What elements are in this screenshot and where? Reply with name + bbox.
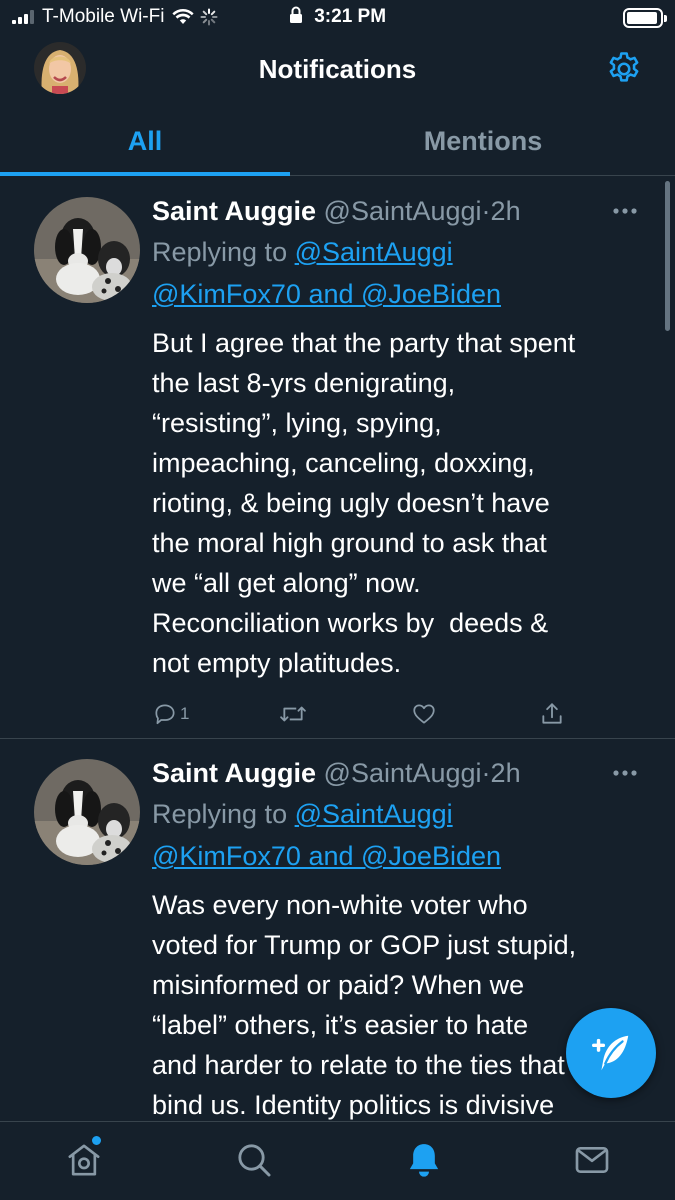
author-name[interactable]: Saint Auggie (152, 196, 316, 226)
tweet-text-line: “resisting”, lying, spying, (152, 408, 442, 438)
top-header: Notifications (0, 36, 675, 104)
tweet-item[interactable]: Saint Auggie @SaintAuggi·2h Replying to … (0, 177, 675, 739)
status-time-wrap: 3:21 PM (0, 6, 675, 28)
status-time: 3:21 PM (314, 6, 387, 27)
author-handle: @SaintAuggi (323, 758, 482, 788)
tweet-header: Saint Auggie @SaintAuggi·2h (152, 753, 647, 793)
notifications-bell-icon[interactable] (404, 1140, 444, 1180)
replying-to-link[interactable]: @SaintAuggi (295, 799, 453, 829)
retweet-icon (280, 706, 306, 722)
twitter-notifications-screen: T-Mobile Wi-Fi 3:21 PM Notifications All… (0, 0, 675, 1200)
dog-photo-image (34, 197, 140, 303)
author-name[interactable]: Saint Auggie (152, 758, 316, 788)
separator-dot: · (481, 758, 491, 788)
replying-prefix: Replying to (152, 799, 288, 829)
tweet-text-line: voted for Trump or GOP just stupid, (152, 930, 577, 960)
reply-button[interactable]: 1 (152, 701, 189, 727)
tab-all[interactable]: All (0, 106, 290, 176)
tweet-header: Saint Auggie @SaintAuggi·2h (152, 191, 647, 231)
tweet-text: But I agree that the party that spent th… (152, 323, 652, 683)
tweet-text-line: Was every non-white voter who (152, 890, 528, 920)
battery-icon (623, 8, 667, 28)
active-tab-indicator (0, 172, 290, 176)
share-icon (542, 703, 562, 724)
like-button[interactable] (410, 701, 438, 727)
tweet-text-line: impeaching, canceling, doxxing, (152, 448, 535, 478)
replying-to-line: Replying to @SaintAuggi @KimFox70 and @J… (152, 231, 647, 315)
share-button[interactable] (538, 701, 566, 727)
compose-tweet-button[interactable] (566, 1008, 656, 1098)
tweet-text-line: bind us. Identity politics is divisive (152, 1090, 555, 1120)
notification-tabs: All Mentions (0, 106, 675, 176)
replying-to-others-link[interactable]: @KimFox70 and @JoeBiden (152, 841, 501, 871)
retweet-button[interactable] (278, 701, 308, 727)
replying-to-others-link[interactable]: @KimFox70 and @JoeBiden (152, 279, 501, 309)
notifications-feed[interactable]: Saint Auggie @SaintAuggi·2h Replying to … (0, 177, 675, 1121)
tweet-text-line: rioting, & being ugly doesn’t have (152, 488, 550, 518)
heart-icon (413, 704, 435, 724)
replying-to-line: Replying to @SaintAuggi @KimFox70 and @J… (152, 793, 647, 877)
messages-icon[interactable] (572, 1140, 612, 1180)
tweet-time: 2h (490, 196, 521, 226)
separator-dot: · (481, 196, 491, 226)
more-options-icon[interactable] (611, 199, 639, 223)
home-icon[interactable] (64, 1140, 104, 1180)
tweet-text-line: But I agree that the party that spent (152, 328, 576, 358)
page-title: Notifications (258, 54, 417, 84)
tab-mentions[interactable]: Mentions (338, 106, 628, 176)
battery-level-fill (627, 12, 658, 24)
tweet-text-line: the moral high ground to ask that (152, 528, 547, 558)
tweet-text: Was every non-white voter who voted for … (152, 885, 652, 1121)
bottom-tab-bar (0, 1121, 675, 1200)
reply-count: 1 (180, 704, 190, 723)
new-tweets-indicator (92, 1136, 101, 1145)
tweet-author-avatar[interactable] (34, 197, 140, 303)
more-options-icon[interactable] (611, 761, 639, 785)
tweet-text-line: Reconciliation works by deeds & (152, 608, 549, 638)
tweet-text-line: the last 8-yrs denigrating, (152, 368, 456, 398)
reply-icon (155, 704, 175, 725)
tweet-time: 2h (490, 758, 521, 788)
replying-prefix: Replying to (152, 237, 288, 267)
tweet-body: Saint Auggie @SaintAuggi·2h Replying to … (152, 191, 647, 745)
dog-photo-image (34, 759, 140, 865)
tweet-author-avatar[interactable] (34, 759, 140, 865)
orientation-lock-icon (289, 6, 302, 23)
tweet-text-line: misinformed or paid? When we (152, 970, 525, 1000)
tweet-text-line: we “all get along” now. (152, 568, 421, 598)
author-handle: @SaintAuggi (323, 196, 482, 226)
search-icon[interactable] (234, 1140, 274, 1180)
status-bar: T-Mobile Wi-Fi 3:21 PM (0, 0, 675, 36)
tweet-text-line: not empty platitudes. (152, 648, 402, 678)
gear-icon[interactable] (605, 50, 643, 88)
replying-to-link[interactable]: @SaintAuggi (295, 237, 453, 267)
compose-feather-icon (592, 1035, 629, 1071)
